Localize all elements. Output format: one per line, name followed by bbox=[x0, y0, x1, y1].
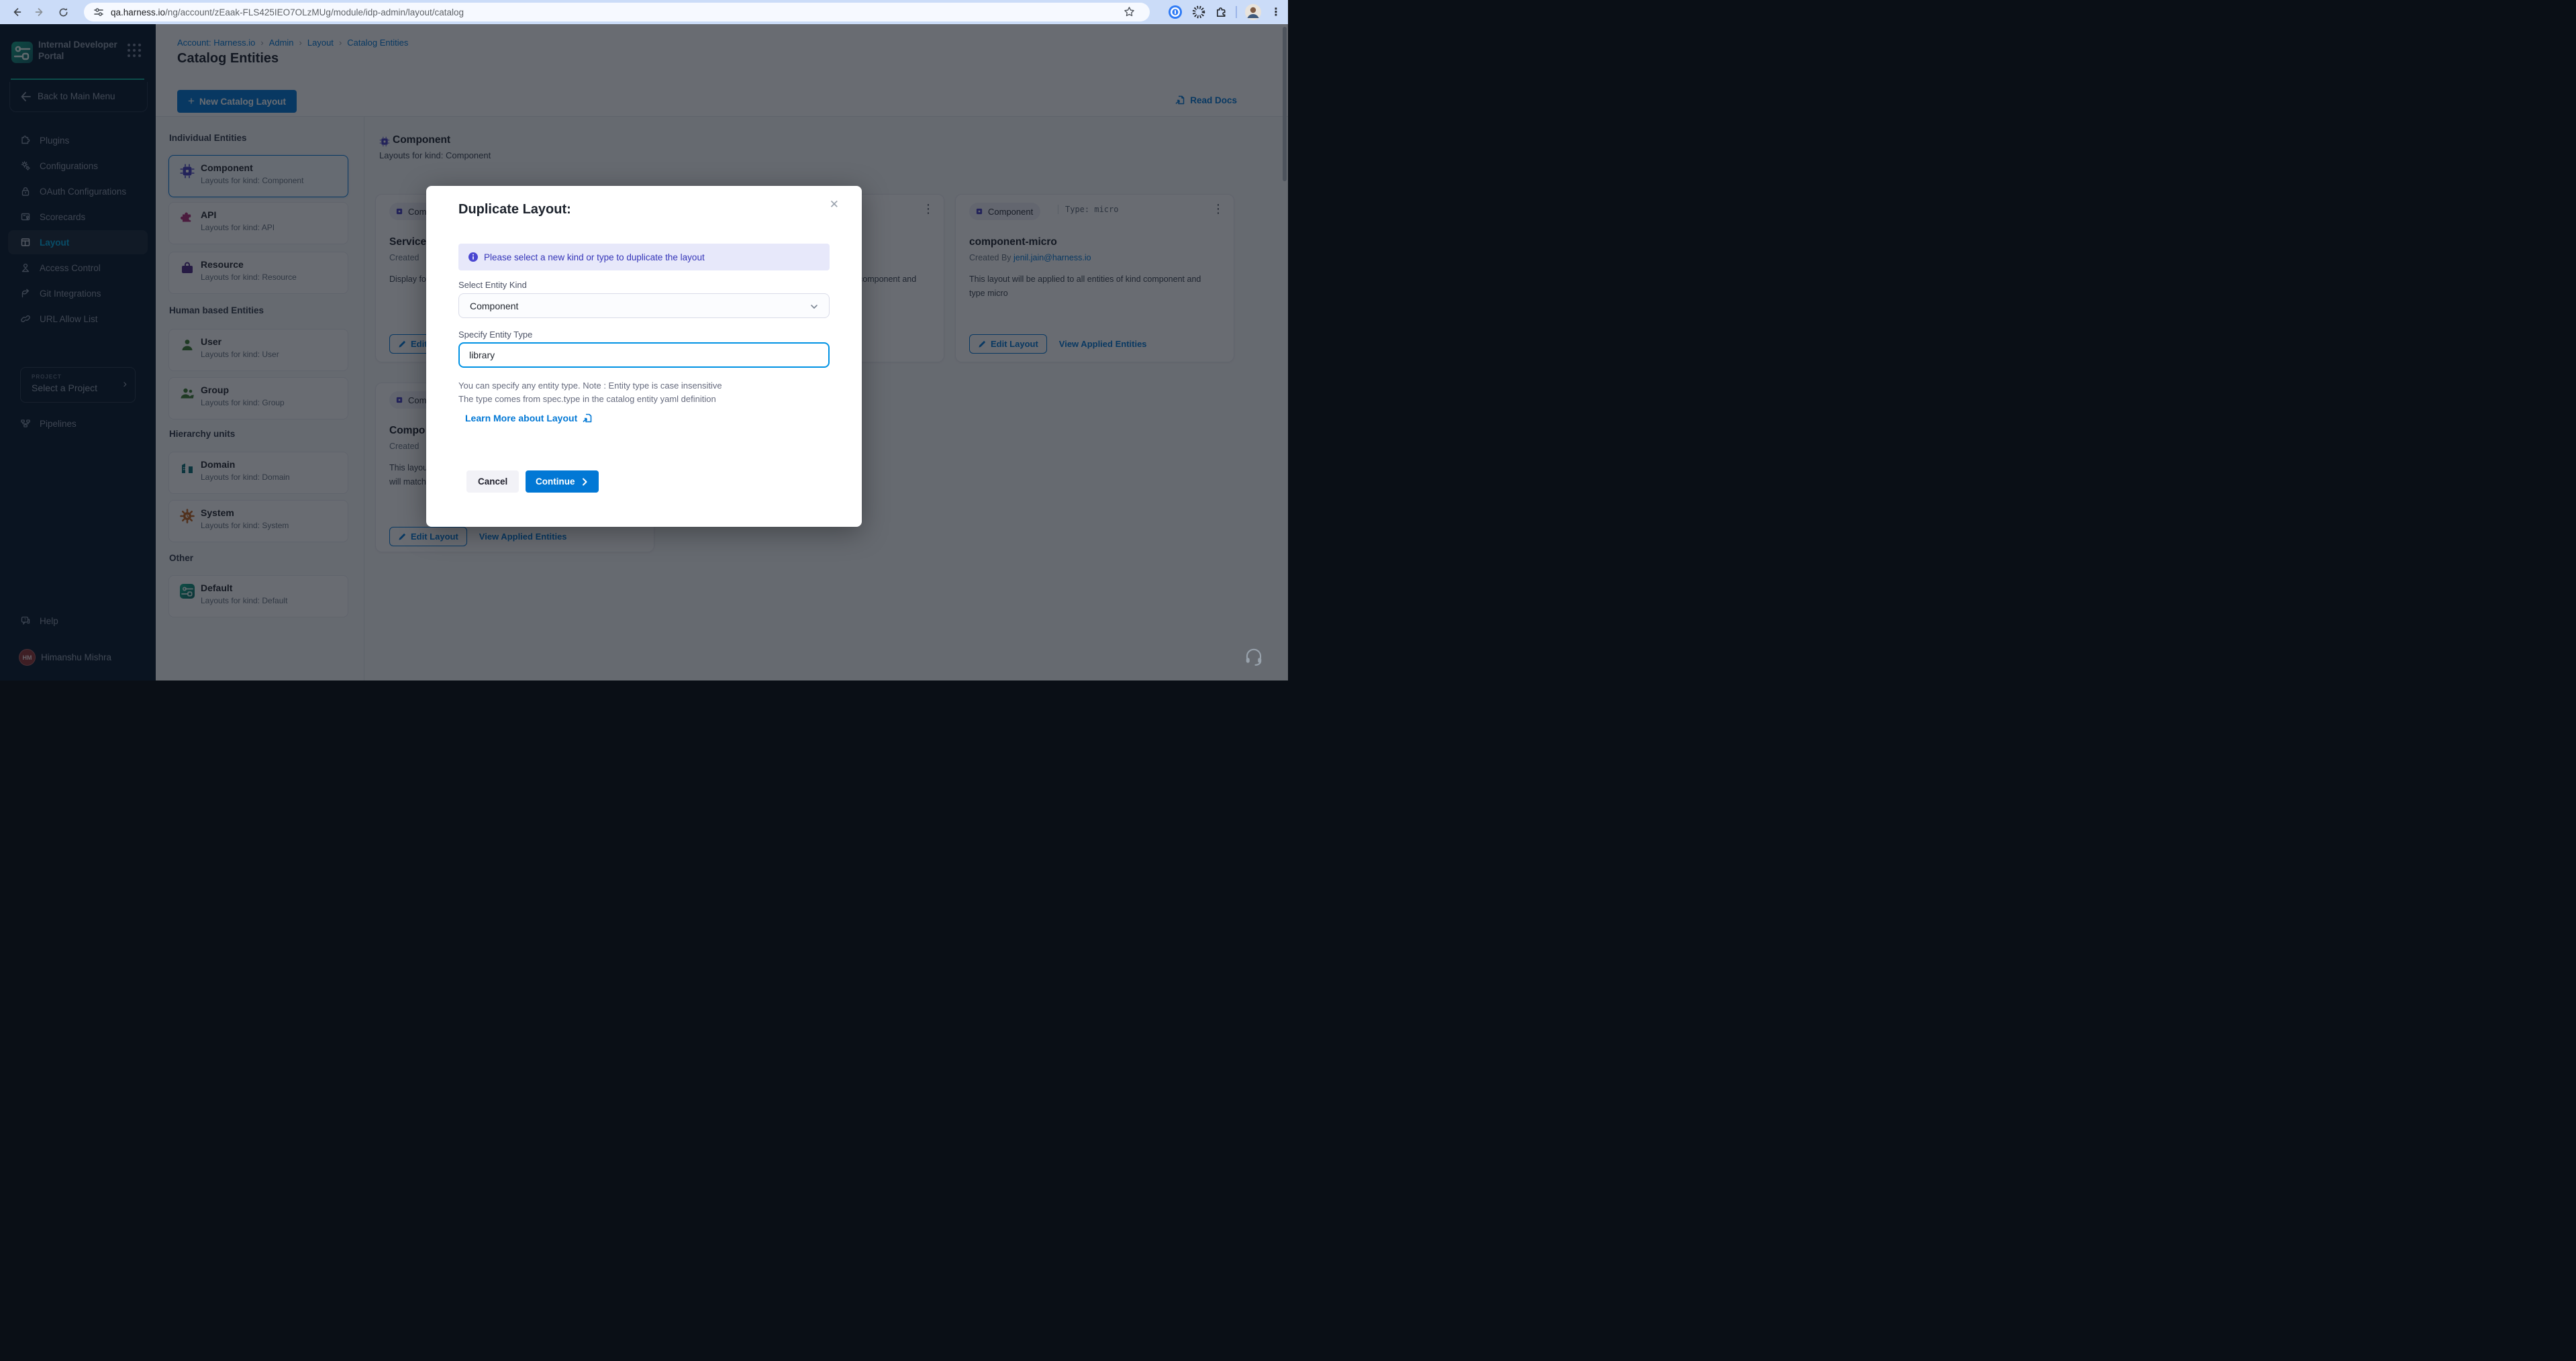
modal-title: Duplicate Layout: bbox=[458, 202, 571, 217]
browser-reload-button[interactable] bbox=[55, 4, 71, 20]
entity-type-input[interactable] bbox=[458, 342, 830, 368]
modal-note: You can specify any entity type. Note : … bbox=[458, 379, 722, 406]
duplicate-layout-modal: Duplicate Layout: ✕ Please select a new … bbox=[426, 186, 862, 527]
headset-icon bbox=[1244, 647, 1264, 667]
entity-type-label: Specify Entity Type bbox=[458, 330, 532, 340]
url-text: qa.harness.io/ng/account/zEaak-FLS425IEO… bbox=[111, 7, 464, 17]
extensions-puzzle-icon[interactable] bbox=[1215, 6, 1228, 19]
info-icon bbox=[468, 252, 479, 262]
browser-profile-avatar[interactable] bbox=[1245, 4, 1261, 20]
info-banner-text: Please select a new kind or type to dupl… bbox=[484, 252, 705, 262]
back-arrow-icon bbox=[12, 7, 23, 17]
browser-chrome: qa.harness.io/ng/account/zEaak-FLS425IEO… bbox=[0, 0, 1288, 24]
note-line1: You can specify any entity type. Note : … bbox=[458, 381, 722, 391]
doc-external-icon bbox=[582, 413, 593, 423]
info-banner: Please select a new kind or type to dupl… bbox=[458, 244, 830, 270]
learn-more-link[interactable]: Learn More about Layout bbox=[465, 413, 593, 423]
reload-icon bbox=[58, 7, 68, 17]
entity-kind-select[interactable]: Component bbox=[458, 293, 830, 318]
chevron-down-icon bbox=[810, 303, 818, 311]
site-settings-icon[interactable] bbox=[93, 7, 104, 17]
url-path: /ng/account/zEaak-FLS425IEO7OLzMUg/modul… bbox=[165, 7, 464, 17]
forward-arrow-icon bbox=[34, 7, 44, 17]
continue-button[interactable]: Continue bbox=[526, 470, 599, 493]
cancel-button[interactable]: Cancel bbox=[466, 470, 519, 493]
bookmark-star-icon[interactable] bbox=[1124, 6, 1135, 17]
page-viewport: Internal Developer Portal Back to Main M… bbox=[0, 24, 1288, 680]
support-widget[interactable] bbox=[1244, 647, 1264, 667]
chevron-right-icon bbox=[581, 478, 589, 486]
url-host: qa.harness.io bbox=[111, 7, 165, 17]
url-bar[interactable]: qa.harness.io/ng/account/zEaak-FLS425IEO… bbox=[84, 3, 1150, 21]
loading-extension-icon[interactable] bbox=[1192, 5, 1205, 19]
continue-label: Continue bbox=[536, 476, 575, 487]
browser-extensions-area: ⋮ bbox=[1168, 0, 1288, 24]
entity-kind-value: Component bbox=[470, 301, 518, 311]
browser-menu-kebab[interactable]: ⋮ bbox=[1271, 5, 1281, 19]
learn-more-label: Learn More about Layout bbox=[465, 413, 577, 423]
entity-kind-label: Select Entity Kind bbox=[458, 280, 527, 290]
browser-forward-button[interactable] bbox=[31, 4, 47, 20]
onepassword-extension-icon[interactable] bbox=[1168, 5, 1183, 19]
chrome-divider bbox=[1236, 6, 1237, 18]
browser-back-button[interactable] bbox=[9, 4, 26, 20]
note-line2: The type comes from spec.type in the cat… bbox=[458, 394, 716, 404]
screen: qa.harness.io/ng/account/zEaak-FLS425IEO… bbox=[0, 0, 1288, 680]
close-icon[interactable]: ✕ bbox=[830, 198, 839, 211]
